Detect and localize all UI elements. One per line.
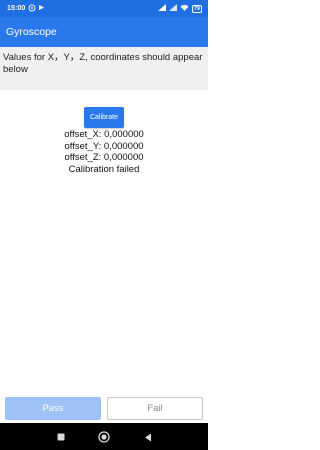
- fail-button[interactable]: Fail: [107, 397, 203, 420]
- calibration-status: Calibration failed: [68, 163, 140, 175]
- back-icon[interactable]: [142, 431, 154, 443]
- system-icons: 79: [157, 4, 202, 13]
- signal-icon: [157, 4, 166, 13]
- notification-icons: [28, 4, 45, 14]
- calibrate-button[interactable]: Calibrate: [84, 107, 124, 128]
- battery-icon: 79: [191, 4, 202, 13]
- main-content: Values for X，Y，Z, coordinates should app…: [0, 47, 208, 393]
- home-icon[interactable]: [98, 431, 110, 443]
- wifi-icon: [180, 4, 189, 13]
- instruction-text: Values for X，Y，Z, coordinates should app…: [0, 47, 208, 90]
- signal-icon: [168, 4, 177, 13]
- result-bar: Pass Fail: [0, 393, 208, 423]
- page-title: Gyroscope: [6, 26, 57, 38]
- status-bar: 15:00 79: [0, 0, 208, 17]
- media-icon: [38, 4, 45, 13]
- offset-y-value: offset_Y: 0,000000: [64, 140, 144, 152]
- recents-icon[interactable]: [55, 431, 67, 443]
- navigation-bar: [0, 423, 208, 450]
- pass-button[interactable]: Pass: [5, 397, 101, 420]
- offset-x-value: offset_X: 0,000000: [64, 129, 144, 140]
- app-bar: Gyroscope: [0, 17, 208, 47]
- offset-readouts: offset_X: 0,000000 offset_Y: 0,000000 of…: [0, 129, 208, 175]
- whatsapp-icon: [28, 4, 36, 14]
- battery-level: 79: [191, 4, 202, 13]
- status-time: 15:00: [7, 5, 26, 12]
- offset-z-value: offset_Z: 0,000000: [64, 152, 144, 163]
